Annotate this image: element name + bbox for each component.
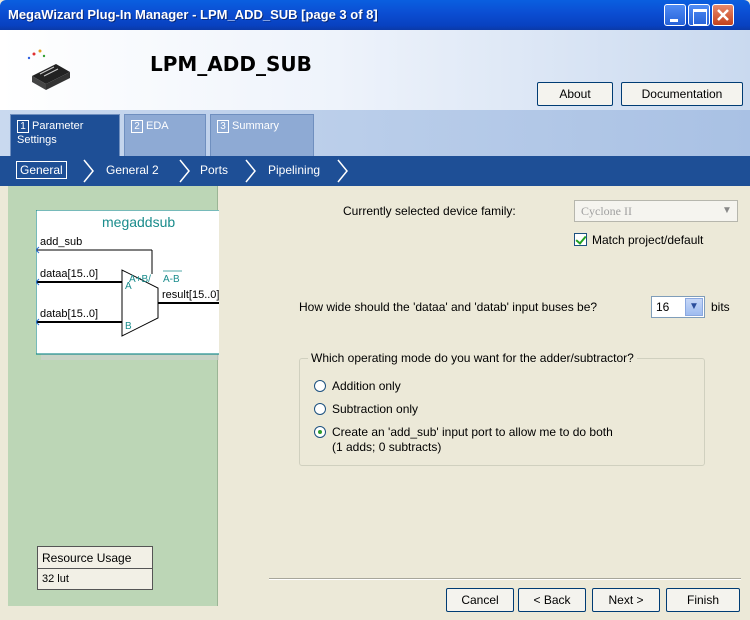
bus-width-value: 16 xyxy=(656,300,670,314)
bus-width-question: How wide should the 'dataa' and 'datab' … xyxy=(299,300,598,314)
chevron-right-icon xyxy=(83,159,94,183)
radio-addition-only[interactable] xyxy=(314,380,326,392)
tab-eda[interactable]: 2 EDA xyxy=(124,114,206,156)
tab-number: 2 xyxy=(131,120,143,133)
symbol-panel: megaddsub add_sub dataa[15..0] datab[15.… xyxy=(8,186,251,606)
chip-wizard-icon xyxy=(27,49,70,90)
wizard-header: LPM_ADD_SUB About Documentation xyxy=(0,30,750,110)
checkbox-checked-icon[interactable] xyxy=(574,233,587,246)
operating-mode-group: Which operating mode do you want for the… xyxy=(299,351,705,466)
close-icon xyxy=(717,9,729,21)
about-label: About xyxy=(559,87,591,101)
tab-number: 3 xyxy=(217,120,229,133)
device-family-label: Currently selected device family: xyxy=(343,204,516,218)
window-title: MegaWizard Plug-In Manager - LPM_ADD_SUB… xyxy=(8,7,378,22)
wizard-window: MegaWizard Plug-In Manager - LPM_ADD_SUB… xyxy=(0,0,750,620)
chevron-right-icon xyxy=(245,159,256,183)
component-title: LPM_ADD_SUB xyxy=(150,52,312,76)
operating-mode-legend: Which operating mode do you want for the… xyxy=(308,351,637,365)
addition-only-label: Addition only xyxy=(332,379,401,393)
bus-width-unit: bits xyxy=(711,300,730,314)
symbol-name: megaddsub xyxy=(102,214,175,230)
resource-usage-box: Resource Usage 32 lut xyxy=(37,546,153,590)
back-label: < Back xyxy=(533,593,571,607)
documentation-button[interactable]: Documentation xyxy=(621,82,743,106)
next-button[interactable]: Next > xyxy=(592,588,660,612)
cancel-label: Cancel xyxy=(461,593,499,607)
subtab-ports[interactable]: Ports xyxy=(200,163,228,177)
back-button[interactable]: < Back xyxy=(518,588,586,612)
title-bar[interactable]: MegaWizard Plug-In Manager - LPM_ADD_SUB… xyxy=(0,0,750,30)
port-datab: datab[15..0] xyxy=(40,308,98,320)
subtraction-only-label: Subtraction only xyxy=(332,402,419,416)
both-modes-label: Create an 'add_sub' input port to allow … xyxy=(332,425,613,439)
device-family-select: Cyclone II ▼ xyxy=(574,200,738,222)
device-family-value: Cyclone II xyxy=(581,204,632,218)
chevron-right-icon xyxy=(337,159,348,183)
tab-summary[interactable]: 3 Summary xyxy=(210,114,314,156)
subtab-nav: General General 2 Ports Pipelining xyxy=(0,156,750,186)
pin-b-label: B xyxy=(125,321,132,332)
maximize-button[interactable] xyxy=(688,4,710,26)
operation-expr-bar: A-B xyxy=(163,274,180,285)
subtab-pipelining[interactable]: Pipelining xyxy=(268,163,320,177)
minimize-button[interactable] xyxy=(664,4,686,26)
chevron-down-icon: ▼ xyxy=(718,202,736,220)
subtab-general-2[interactable]: General 2 xyxy=(106,163,159,177)
port-result: result[15..0] xyxy=(162,289,219,301)
tab-parameter-settings[interactable]: 1 Parameter Settings xyxy=(10,114,120,156)
about-button[interactable]: About xyxy=(537,82,613,106)
settings-content: Currently selected device family: Cyclon… xyxy=(219,186,750,612)
port-add-sub: add_sub xyxy=(40,236,82,248)
close-button[interactable] xyxy=(712,4,734,26)
bus-width-select[interactable]: 16 ▼ xyxy=(651,296,705,318)
documentation-label: Documentation xyxy=(641,87,723,101)
chevron-right-icon xyxy=(179,159,190,183)
radio-subtraction-only[interactable] xyxy=(314,403,326,415)
both-modes-note: (1 adds; 0 subtracts) xyxy=(332,440,442,454)
finish-label: Finish xyxy=(686,593,719,607)
cancel-button[interactable]: Cancel xyxy=(446,588,514,612)
resource-usage-title: Resource Usage xyxy=(38,547,152,569)
port-dataa: dataa[15..0] xyxy=(40,268,98,280)
radio-both-modes[interactable] xyxy=(314,426,326,438)
tab-number: 1 xyxy=(17,120,29,133)
match-project-label: Match project/default xyxy=(592,233,704,247)
footer-divider xyxy=(269,578,741,580)
operation-expr: A+B/ xyxy=(129,274,151,285)
tab-label: Summary xyxy=(232,120,280,132)
chevron-down-icon[interactable]: ▼ xyxy=(685,298,703,316)
wizard-tabs: 1 Parameter Settings 2 EDA 3 Summary xyxy=(0,110,750,156)
resource-usage-value: 32 lut xyxy=(42,573,69,585)
next-label: Next > xyxy=(608,593,644,607)
tab-label: EDA xyxy=(146,120,169,132)
subtab-general[interactable]: General xyxy=(16,161,67,179)
finish-button[interactable]: Finish xyxy=(666,588,740,612)
